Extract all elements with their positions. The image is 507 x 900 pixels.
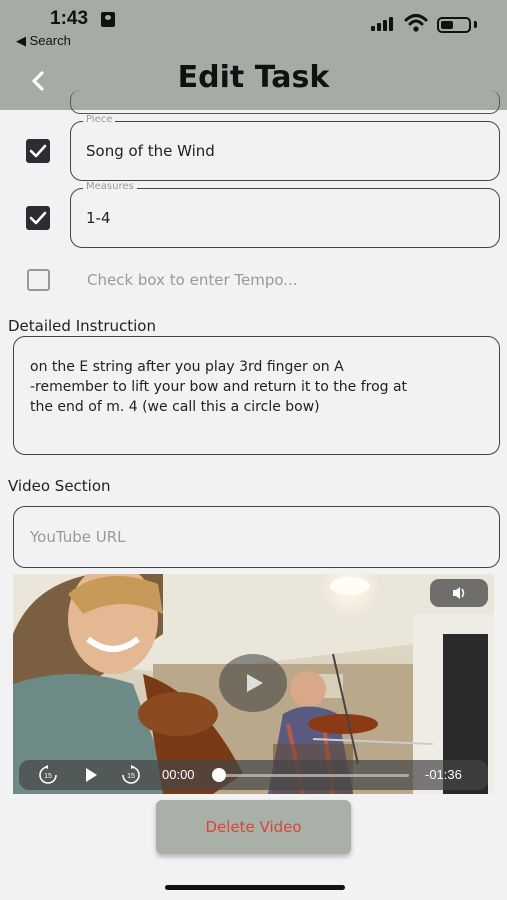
previous-field-edge [70,90,500,114]
progress-knob[interactable] [212,768,226,782]
play-icon [247,674,263,692]
measures-field-label: Measures [83,181,137,192]
home-indicator [165,885,345,890]
elapsed-time: 00:00 [162,767,195,782]
skip-forward-seconds: 15 [127,773,135,780]
video-section-label: Video Section [8,477,111,495]
piece-field-value: Song of the Wind [86,142,215,160]
video-controls-bar: 15 15 00:00 -01:36 [19,760,488,790]
tempo-prompt[interactable]: Check box to enter Tempo... [87,271,298,289]
detailed-instruction-input[interactable]: on the E string after you play 3rd finge… [13,336,500,455]
progress-track[interactable] [219,774,409,777]
wifi-icon [404,14,428,32]
piece-checkbox[interactable] [26,139,50,163]
mute-button[interactable] [430,579,488,607]
piece-field[interactable]: Piece Song of the Wind [70,114,500,181]
remaining-time: -01:36 [425,767,462,782]
youtube-url-input[interactable]: YouTube URL [13,506,500,568]
play-small-icon[interactable] [83,767,99,783]
play-overlay-button[interactable] [219,654,287,712]
measures-checkbox[interactable] [26,206,50,230]
back-to-search-link[interactable]: ◀ Search [16,33,71,49]
detailed-instruction-text: on the E string after you play 3rd finge… [30,359,408,415]
status-time: 1:43 [50,8,89,29]
contact-card-icon [101,12,115,27]
checkmark-icon [29,211,47,225]
measures-field-value: 1-4 [86,209,111,227]
delete-video-button[interactable]: Delete Video [156,800,351,854]
skip-back-icon[interactable]: 15 [37,764,59,786]
youtube-url-placeholder: YouTube URL [30,528,126,546]
video-player[interactable]: 15 15 00:00 -01:36 [13,574,494,794]
tempo-checkbox[interactable] [27,269,50,291]
detailed-instruction-label: Detailed Instruction [8,317,156,335]
skip-back-seconds: 15 [44,773,52,780]
measures-field[interactable]: Measures 1-4 [70,181,500,248]
battery-icon [437,17,471,33]
checkmark-icon [29,144,47,158]
battery-tip [474,21,477,28]
skip-forward-icon[interactable]: 15 [120,764,142,786]
speaker-icon [453,587,465,599]
piece-field-label: Piece [83,114,116,125]
cellular-signal-icon [371,17,397,31]
